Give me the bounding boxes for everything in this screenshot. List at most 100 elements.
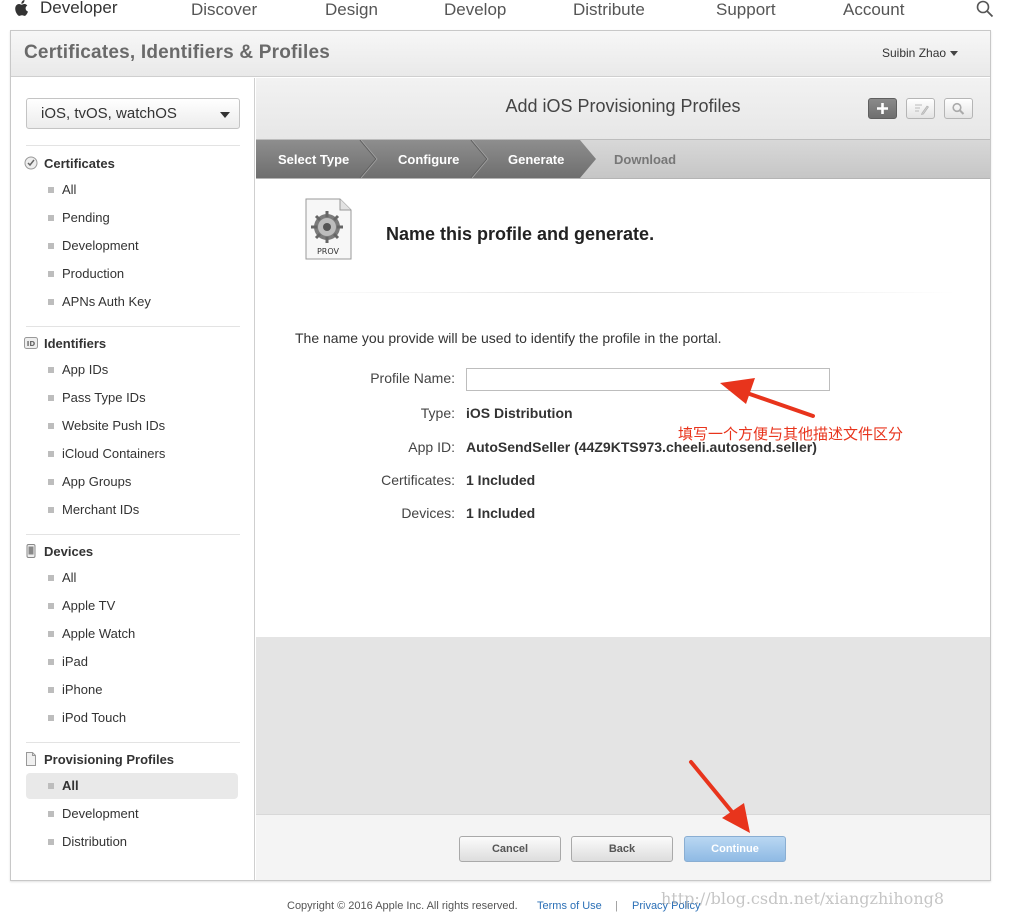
- sidebar-item-profiles-distribution[interactable]: Distribution: [26, 829, 238, 855]
- sidebar-item-certificates-pending[interactable]: Pending: [26, 205, 238, 231]
- sidebar-item-ipod-touch[interactable]: iPod Touch: [26, 705, 238, 731]
- sidebar: iOS, tvOS, watchOS Certificates All Pend…: [11, 78, 255, 880]
- bullet-icon: [48, 215, 54, 221]
- sidebar-item-label: Pending: [62, 210, 110, 225]
- sidebar-item-certificates-production[interactable]: Production: [26, 261, 238, 287]
- nav-develop[interactable]: Develop: [444, 0, 506, 20]
- type-value: iOS Distribution: [466, 405, 573, 421]
- annotation-note: 填写一个方便与其他描述文件区分: [678, 426, 904, 443]
- sidebar-item-website-push-ids[interactable]: Website Push IDs: [26, 413, 238, 439]
- divider: [26, 742, 240, 743]
- bullet-icon: [48, 187, 54, 193]
- section-certificates[interactable]: Certificates: [24, 156, 115, 171]
- certificates-value: 1 Included: [466, 472, 536, 488]
- step-configure: Configure: [398, 152, 460, 167]
- bullet-icon: [48, 631, 54, 637]
- nav-distribute[interactable]: Distribute: [573, 0, 645, 20]
- sidebar-item-label: Distribution: [62, 834, 128, 849]
- main-panel: Add iOS Provisioning Profiles Select Typ…: [256, 78, 990, 880]
- sidebar-item-certificates-apns[interactable]: APNs Auth Key: [26, 289, 238, 315]
- step-generate: Generate: [508, 152, 565, 167]
- step-select-type: Select Type: [278, 152, 350, 167]
- caret-down-icon: [950, 51, 959, 57]
- cancel-button[interactable]: Cancel: [459, 836, 561, 862]
- bullet-icon: [48, 451, 54, 457]
- developer-brand[interactable]: Developer: [40, 0, 118, 18]
- sidebar-item-certificates-all[interactable]: All: [26, 177, 238, 203]
- copyright-text: Copyright © 2016 Apple Inc. All rights r…: [287, 900, 518, 912]
- sidebar-item-label: All: [62, 570, 77, 585]
- step-download: Download: [614, 152, 677, 167]
- sidebar-item-label: All: [62, 182, 77, 197]
- sidebar-item-pass-type-ids[interactable]: Pass Type IDs: [26, 385, 238, 411]
- sidebar-item-profiles-all[interactable]: All: [26, 773, 238, 799]
- bullet-icon: [48, 367, 54, 373]
- form-content: PROV Name this profile and generate. The…: [256, 179, 990, 637]
- section-identifiers[interactable]: ID Identifiers: [24, 336, 106, 351]
- section-provisioning-profiles[interactable]: Provisioning Profiles: [24, 752, 174, 767]
- bullet-icon: [48, 271, 54, 277]
- device-icon: [26, 544, 36, 558]
- sidebar-item-ipad[interactable]: iPad: [26, 649, 238, 675]
- sidebar-item-label: Development: [62, 238, 139, 253]
- section-identifiers-label: Identifiers: [44, 336, 107, 351]
- portal-card: Certificates, Identifiers & Profiles Sui…: [10, 30, 991, 881]
- bullet-icon: [48, 479, 54, 485]
- sidebar-item-label: All: [62, 778, 79, 793]
- nav-design[interactable]: Design: [325, 0, 378, 20]
- sidebar-item-profiles-development[interactable]: Development: [26, 801, 238, 827]
- bullet-icon: [48, 715, 54, 721]
- platform-select[interactable]: iOS, tvOS, watchOS: [26, 98, 240, 129]
- sidebar-item-icloud-containers[interactable]: iCloud Containers: [26, 441, 238, 467]
- nav-account[interactable]: Account: [843, 0, 904, 20]
- nav-discover[interactable]: Discover: [191, 0, 257, 20]
- certificate-icon: [24, 156, 38, 170]
- id-badge-icon: ID: [24, 337, 38, 349]
- sidebar-item-apple-tv[interactable]: Apple TV: [26, 593, 238, 619]
- bullet-icon: [48, 659, 54, 665]
- back-button[interactable]: Back: [571, 836, 673, 862]
- platform-select-label: iOS, tvOS, watchOS: [41, 105, 177, 122]
- bullet-icon: [48, 811, 54, 817]
- wizard-steps: Select Type Configure Generate Download: [256, 139, 990, 179]
- search-icon: [952, 102, 965, 115]
- bullet-icon: [48, 507, 54, 513]
- bullet-icon: [48, 783, 54, 789]
- divider: [294, 292, 956, 293]
- bullet-icon: [48, 575, 54, 581]
- profile-name-input[interactable]: [466, 368, 830, 391]
- section-heading: Name this profile and generate.: [386, 224, 655, 244]
- bullet-icon: [48, 423, 54, 429]
- bullet-icon: [48, 299, 54, 305]
- sidebar-item-app-ids[interactable]: App IDs: [26, 357, 238, 383]
- edit-button[interactable]: [906, 98, 935, 119]
- sidebar-item-label: Pass Type IDs: [62, 390, 146, 405]
- bullet-icon: [48, 395, 54, 401]
- sidebar-item-apple-watch[interactable]: Apple Watch: [26, 621, 238, 647]
- nav-support[interactable]: Support: [716, 0, 776, 20]
- divider: [26, 326, 240, 327]
- sidebar-item-app-groups[interactable]: App Groups: [26, 469, 238, 495]
- type-label: Type:: [420, 405, 455, 421]
- portal-title: Certificates, Identifiers & Profiles: [24, 42, 331, 63]
- portal-header: Certificates, Identifiers & Profiles Sui…: [11, 31, 990, 77]
- add-button[interactable]: [868, 98, 897, 119]
- section-devices[interactable]: Devices: [24, 544, 93, 559]
- sidebar-item-iphone[interactable]: iPhone: [26, 677, 238, 703]
- watermark-text: http://blog.csdn.net/xiangzhihong8: [661, 889, 945, 908]
- prov-icon-label: PROV: [317, 247, 340, 256]
- form-description: The name you provide will be used to ide…: [295, 330, 722, 346]
- sidebar-item-label: APNs Auth Key: [62, 294, 151, 309]
- section-profiles-label: Provisioning Profiles: [44, 752, 175, 767]
- sidebar-item-devices-all[interactable]: All: [26, 565, 238, 591]
- search-icon[interactable]: [976, 0, 994, 18]
- divider: [26, 145, 240, 146]
- terms-of-use-link[interactable]: Terms of Use: [537, 900, 602, 912]
- continue-button[interactable]: Continue: [684, 836, 786, 862]
- sidebar-item-certificates-development[interactable]: Development: [26, 233, 238, 259]
- apple-logo-icon[interactable]: [14, 0, 28, 16]
- user-menu[interactable]: Suibin Zhao: [882, 46, 959, 60]
- sidebar-item-merchant-ids[interactable]: Merchant IDs: [26, 497, 238, 523]
- sidebar-item-label: Apple TV: [62, 598, 116, 613]
- search-button[interactable]: [944, 98, 973, 119]
